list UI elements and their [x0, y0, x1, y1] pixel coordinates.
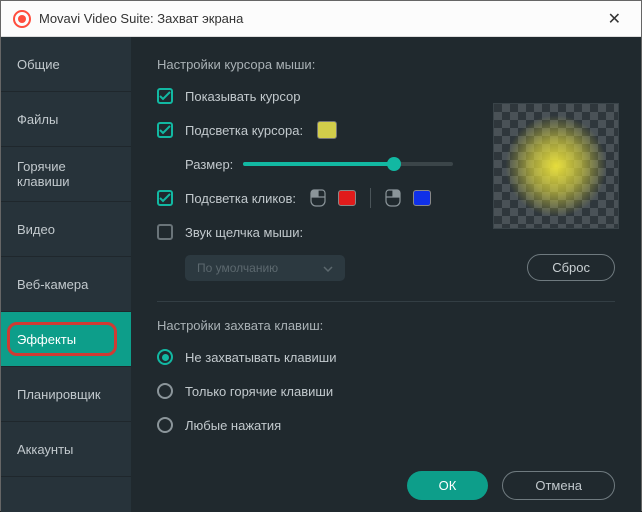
sidebar-item-label: Аккаунты: [17, 442, 73, 457]
keys-section-title: Настройки захвата клавиш:: [157, 318, 615, 333]
sidebar-item-label: Файлы: [17, 112, 58, 127]
cursor-section-title: Настройки курсора мыши:: [157, 57, 615, 72]
sidebar-item-label: Веб-камера: [17, 277, 88, 292]
ok-button[interactable]: ОК: [407, 471, 489, 500]
radio-hotkeys-only[interactable]: [157, 383, 173, 399]
cancel-button[interactable]: Отмена: [502, 471, 615, 500]
sidebar-item-files[interactable]: Файлы: [1, 92, 131, 147]
click-sound-dropdown: По умолчанию: [185, 255, 345, 281]
sidebar-item-effects[interactable]: Эффекты: [1, 312, 131, 367]
sidebar-item-label: Горячие клавиши: [17, 159, 115, 189]
click-sound-label: Звук щелчка мыши:: [185, 225, 303, 240]
cursor-preview: [493, 103, 619, 229]
highlight-clicks-checkbox[interactable]: [157, 190, 173, 206]
highlight-cursor-color[interactable]: [317, 121, 337, 139]
show-cursor-checkbox[interactable]: [157, 88, 173, 104]
show-cursor-label: Показывать курсор: [185, 89, 301, 104]
sidebar-item-label: Общие: [17, 57, 60, 72]
radio-no-capture[interactable]: [157, 349, 173, 365]
footer: ОК Отмена: [157, 461, 615, 500]
sidebar-item-hotkeys[interactable]: Горячие клавиши: [1, 147, 131, 202]
radio-label: Не захватывать клавиши: [185, 350, 336, 365]
size-label: Размер:: [185, 157, 233, 172]
left-click-color[interactable]: [338, 190, 356, 206]
sidebar-item-label: Планировщик: [17, 387, 101, 402]
sidebar-item-video[interactable]: Видео: [1, 202, 131, 257]
close-icon[interactable]: ✕: [600, 5, 629, 33]
chevron-down-icon: [323, 261, 333, 275]
radio-label: Только горячие клавиши: [185, 384, 333, 399]
mouse-right-icon: [385, 189, 401, 207]
highlight-clicks-label: Подсветка кликов:: [185, 191, 296, 206]
reset-button[interactable]: Сброс: [527, 254, 615, 281]
sidebar-item-scheduler[interactable]: Планировщик: [1, 367, 131, 422]
radio-label: Любые нажатия: [185, 418, 281, 433]
highlight-cursor-label: Подсветка курсора:: [185, 123, 303, 138]
right-click-color[interactable]: [413, 190, 431, 206]
sidebar-item-label: Видео: [17, 222, 55, 237]
divider: [370, 188, 371, 208]
sidebar: Общие Файлы Горячие клавиши Видео Веб-ка…: [1, 37, 131, 512]
size-slider[interactable]: [243, 162, 453, 166]
window-title: Movavi Video Suite: Захват экрана: [39, 11, 600, 26]
app-logo-icon: [13, 10, 31, 28]
sidebar-item-webcam[interactable]: Веб-камера: [1, 257, 131, 312]
section-divider: [157, 301, 615, 302]
radio-any-press[interactable]: [157, 417, 173, 433]
main-panel: Настройки курсора мыши: Показывать курсо…: [131, 37, 641, 512]
click-sound-checkbox[interactable]: [157, 224, 173, 240]
sidebar-item-label: Эффекты: [17, 332, 76, 347]
sidebar-item-accounts[interactable]: Аккаунты: [1, 422, 131, 477]
title-bar: Movavi Video Suite: Захват экрана ✕: [1, 1, 641, 37]
highlight-cursor-checkbox[interactable]: [157, 122, 173, 138]
sidebar-item-general[interactable]: Общие: [1, 37, 131, 92]
dropdown-value: По умолчанию: [197, 261, 278, 275]
mouse-left-icon: [310, 189, 326, 207]
